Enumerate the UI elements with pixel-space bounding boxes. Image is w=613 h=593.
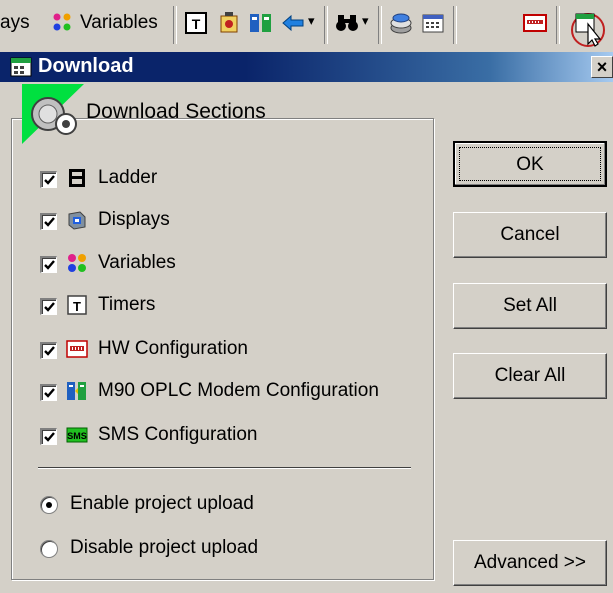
timer-icon[interactable]: T xyxy=(183,10,209,36)
cancel-button[interactable]: Cancel xyxy=(453,212,607,258)
svg-text:T: T xyxy=(73,299,81,314)
binoculars-icon[interactable] xyxy=(334,10,360,36)
back-arrow-icon[interactable] xyxy=(280,10,306,36)
dialog-title: Download xyxy=(38,55,134,77)
disable-upload-label: Disable project upload xyxy=(70,537,259,558)
radio-selected-dot xyxy=(46,502,52,508)
chevron-down-icon[interactable]: ▾ xyxy=(308,13,315,29)
variables-icon[interactable] xyxy=(52,12,74,34)
modem-configuration-icon xyxy=(67,382,86,400)
close-button[interactable]: × xyxy=(591,56,613,78)
modem-configuration-label: M90 OPLC Modem Configuration xyxy=(98,380,379,401)
variables-checkbox[interactable] xyxy=(40,256,57,273)
enable-upload-radio[interactable] xyxy=(40,496,58,514)
sms-configuration-icon: SMS xyxy=(66,427,88,443)
key-icon xyxy=(22,84,84,144)
set-all-button[interactable]: Set All xyxy=(453,283,607,329)
hw-config-icon[interactable] xyxy=(522,10,548,36)
hw-configuration-checkbox[interactable] xyxy=(40,342,57,359)
advanced-button[interactable]: Advanced >> xyxy=(453,540,607,586)
set-all-button-label: Set All xyxy=(503,295,557,316)
toolbar-separator xyxy=(173,6,177,44)
dialog-title-bar[interactable]: Download × xyxy=(0,52,613,82)
hw-configuration-icon xyxy=(66,340,88,358)
close-icon: × xyxy=(596,57,608,77)
ok-button[interactable]: OK xyxy=(453,141,607,187)
advanced-button-label: Advanced >> xyxy=(474,552,586,573)
timers-checkbox[interactable] xyxy=(40,298,57,315)
svg-text:T: T xyxy=(192,16,201,32)
download-icon[interactable] xyxy=(568,8,608,48)
hw-icon[interactable] xyxy=(216,10,242,36)
timers-label: Timers xyxy=(98,294,156,315)
displays-icon xyxy=(68,211,86,230)
download-dialog-icon xyxy=(10,57,32,77)
sms-configuration-label: SMS Configuration xyxy=(98,424,258,445)
stack-icon[interactable] xyxy=(388,10,414,36)
group-title: Download Sections xyxy=(86,100,266,123)
ladder-label: Ladder xyxy=(98,167,158,188)
enable-upload-label: Enable project upload xyxy=(70,493,254,514)
toolbar-separator xyxy=(324,6,328,44)
toolbar-separator xyxy=(453,6,457,44)
ok-button-label: OK xyxy=(516,154,544,175)
disable-upload-radio[interactable] xyxy=(40,540,58,558)
displays-label: Displays xyxy=(98,209,170,230)
ladder-icon xyxy=(69,169,85,187)
modem-configuration-checkbox[interactable] xyxy=(40,384,57,401)
toolbar-variables-label[interactable]: Variables xyxy=(80,12,158,34)
sms-configuration-checkbox[interactable] xyxy=(40,428,57,445)
svg-text:SMS: SMS xyxy=(67,431,87,441)
clear-all-button[interactable]: Clear All xyxy=(453,353,607,399)
displays-checkbox[interactable] xyxy=(40,213,57,230)
ladder-checkbox[interactable] xyxy=(40,171,57,188)
hw-configuration-label: HW Configuration xyxy=(98,338,248,359)
chevron-down-icon[interactable]: ▾ xyxy=(362,13,369,29)
calendar-icon[interactable] xyxy=(420,10,446,36)
modem-icon[interactable] xyxy=(248,10,274,36)
timers-icon: T xyxy=(67,295,87,315)
variables-icon xyxy=(68,254,86,272)
variables-label: Variables xyxy=(98,252,176,273)
toolbar-separator xyxy=(556,6,560,44)
clear-all-button-label: Clear All xyxy=(494,365,566,386)
cancel-button-label: Cancel xyxy=(500,224,560,245)
toolbar-displays-label[interactable]: ays xyxy=(0,12,30,34)
main-toolbar: ays Variables T ▾ ▾ xyxy=(0,0,613,52)
download-sections-legend: Download Sections xyxy=(22,84,266,144)
section-divider xyxy=(38,467,411,469)
toolbar-separator xyxy=(378,6,382,44)
